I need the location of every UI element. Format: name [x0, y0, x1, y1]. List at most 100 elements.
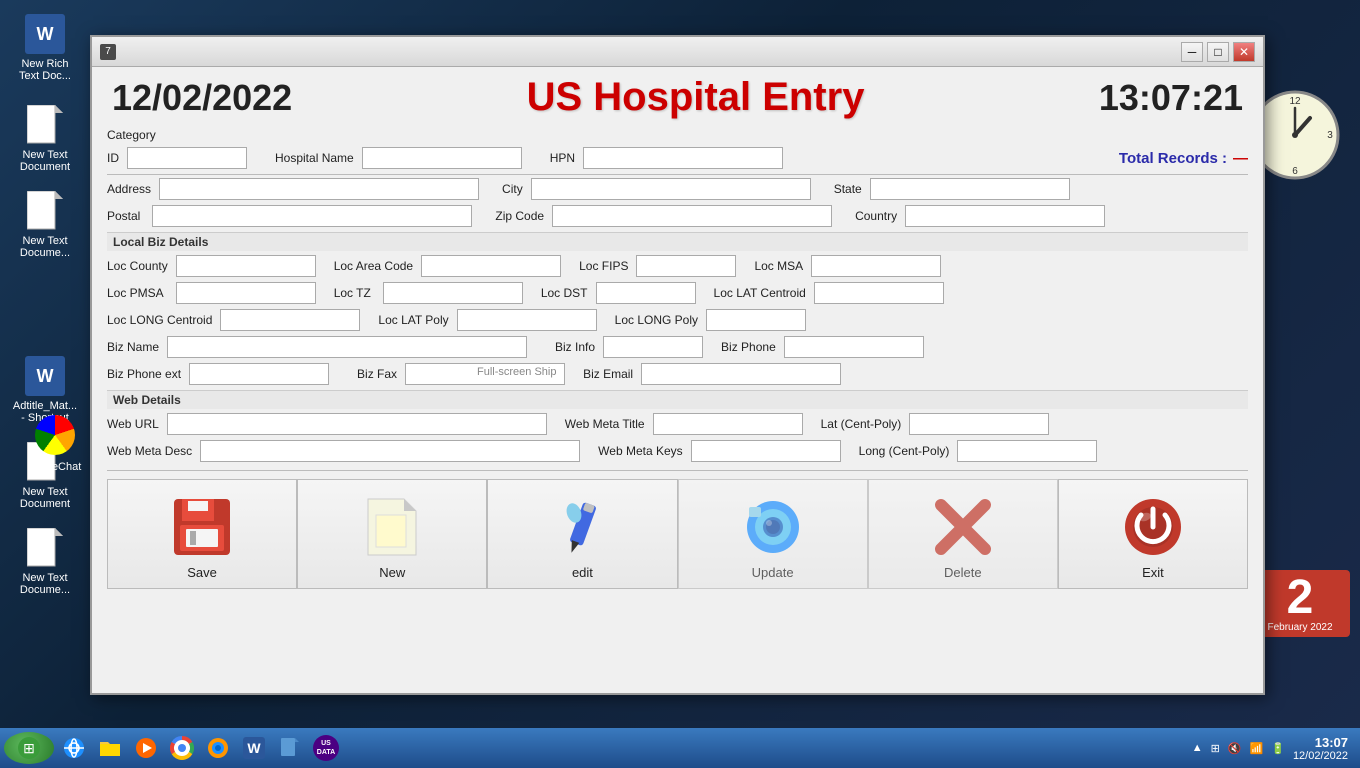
biz-info-input[interactable]	[603, 336, 703, 358]
loc-tz-label: Loc TZ	[334, 286, 371, 300]
web-url-label: Web URL	[107, 417, 159, 431]
desktop-icon-doc2[interactable]: New TextDocume...	[10, 187, 80, 263]
biz-phone-ext-input[interactable]	[189, 363, 329, 385]
desktop: W New Rich Text Doc... New TextDocument …	[0, 0, 1360, 768]
exit-icon	[1121, 495, 1185, 559]
zip-code-input[interactable]	[552, 205, 832, 227]
loc-lat-centroid-label: Loc LAT Centroid	[714, 286, 806, 300]
country-input[interactable]	[905, 205, 1105, 227]
state-label: State	[834, 182, 862, 196]
address-label: Address	[107, 182, 151, 196]
loc-long-poly-label: Loc LONG Poly	[615, 313, 698, 327]
loc-row1: Loc County Loc Area Code Loc FIPS Loc MS…	[107, 255, 1248, 277]
window-icon: 7	[100, 44, 116, 60]
svg-text:3: 3	[1327, 130, 1333, 141]
state-input[interactable]	[870, 178, 1070, 200]
taskbar-time-display: 13:07	[1293, 735, 1348, 750]
save-icon	[170, 495, 234, 559]
biz-phone-label: Biz Phone	[721, 340, 776, 354]
new-button[interactable]: New	[297, 479, 487, 589]
total-records-label: Total Records :	[1119, 150, 1227, 167]
category-label: Category	[107, 128, 156, 142]
save-label: Save	[187, 565, 217, 580]
save-button[interactable]: Save	[107, 479, 297, 589]
new-icon	[360, 495, 424, 559]
edit-icon	[550, 495, 614, 559]
window-titlebar: 7 ─ □ ✕	[92, 37, 1263, 67]
maximize-button[interactable]: □	[1207, 42, 1229, 62]
app-window: 7 ─ □ ✕ 12/02/2022 US Hospital Entry 13:…	[90, 35, 1265, 695]
loc-dst-input[interactable]	[596, 282, 696, 304]
taskbar-folder-icon[interactable]	[94, 732, 126, 764]
tray-icon2: ⊞	[1211, 742, 1220, 755]
taskbar-media-icon[interactable]	[130, 732, 162, 764]
taskbar-word-icon[interactable]: W	[238, 732, 270, 764]
id-input[interactable]	[127, 147, 247, 169]
svg-text:W: W	[247, 740, 261, 756]
loc-fips-input[interactable]	[636, 255, 736, 277]
loc-tz-input[interactable]	[383, 282, 523, 304]
loc-long-centroid-label: Loc LONG Centroid	[107, 313, 212, 327]
loc-lat-centroid-input[interactable]	[814, 282, 944, 304]
web-url-input[interactable]	[167, 413, 547, 435]
loc-long-poly-input[interactable]	[706, 309, 806, 331]
lat-cent-poly-input[interactable]	[909, 413, 1049, 435]
svg-text:DATA: DATA	[317, 749, 335, 756]
loc-area-code-input[interactable]	[421, 255, 561, 277]
new-label: New	[379, 565, 405, 580]
delete-button[interactable]: Delete	[868, 479, 1058, 589]
biz-email-label: Biz Email	[583, 367, 633, 381]
taskbar-chrome-icon[interactable]	[166, 732, 198, 764]
biz-email-input[interactable]	[641, 363, 841, 385]
loc-dst-label: Loc DST	[541, 286, 588, 300]
web-meta-title-input[interactable]	[653, 413, 803, 435]
app-time: 13:07:21	[1099, 77, 1243, 119]
exit-button[interactable]: Exit	[1058, 479, 1248, 589]
desktop-icon-doc1[interactable]: New TextDocument	[10, 101, 80, 177]
taskbar-firefox-icon[interactable]	[202, 732, 234, 764]
desktop-icon-doc4[interactable]: New TextDocume...	[10, 524, 80, 600]
web-meta-desc-input[interactable]	[200, 440, 580, 462]
calendar-day: 2	[1254, 574, 1346, 622]
app-title: US Hospital Entry	[527, 75, 865, 120]
minimize-button[interactable]: ─	[1181, 42, 1203, 62]
hpn-input[interactable]	[583, 147, 783, 169]
loc-row2: Loc PMSA Loc TZ Loc DST Loc LAT Centroid	[107, 282, 1248, 304]
biz-phone-input[interactable]	[784, 336, 924, 358]
titlebar-controls: ─ □ ✕	[1181, 42, 1255, 62]
desktop-icon-label1: New TextDocument	[20, 149, 70, 173]
update-button[interactable]: Update	[678, 479, 868, 589]
postal-input[interactable]	[152, 205, 472, 227]
city-input[interactable]	[531, 178, 811, 200]
desktop-icon-sharechat[interactable]: ShareChat	[20, 413, 90, 477]
hospital-name-input[interactable]	[362, 147, 522, 169]
taskbar-ie-icon[interactable]	[58, 732, 90, 764]
sharechat-label: ShareChat	[29, 461, 82, 473]
address-row: Address City State	[107, 178, 1248, 200]
taskbar-usdata-icon[interactable]: US DATA	[310, 732, 342, 764]
loc-pmsa-input[interactable]	[176, 282, 316, 304]
loc-msa-input[interactable]	[811, 255, 941, 277]
edit-button[interactable]: edit	[487, 479, 677, 589]
exit-label: Exit	[1142, 565, 1164, 580]
loc-lat-poly-input[interactable]	[457, 309, 597, 331]
desktop-icon-word[interactable]: W New Rich Text Doc...	[10, 10, 80, 86]
taskbar-doc-icon[interactable]	[274, 732, 306, 764]
biz-name-label: Biz Name	[107, 340, 159, 354]
update-label: Update	[752, 565, 794, 580]
biz-name-input[interactable]	[167, 336, 527, 358]
desktop-icons: W New Rich Text Doc... New TextDocument …	[0, 0, 90, 610]
start-button[interactable]: ⊞	[4, 732, 54, 764]
long-cent-poly-input[interactable]	[957, 440, 1097, 462]
web-meta-keys-input[interactable]	[691, 440, 841, 462]
close-button[interactable]: ✕	[1233, 42, 1255, 62]
loc-long-centroid-input[interactable]	[220, 309, 360, 331]
id-label: ID	[107, 151, 119, 165]
postal-label: Postal	[107, 209, 140, 223]
lat-cent-poly-label: Lat (Cent-Poly)	[821, 417, 902, 431]
update-icon	[741, 495, 805, 559]
biz-fax-input[interactable]	[405, 363, 565, 385]
loc-county-input[interactable]	[176, 255, 316, 277]
address-input[interactable]	[159, 178, 479, 200]
edit-label: edit	[572, 565, 593, 580]
